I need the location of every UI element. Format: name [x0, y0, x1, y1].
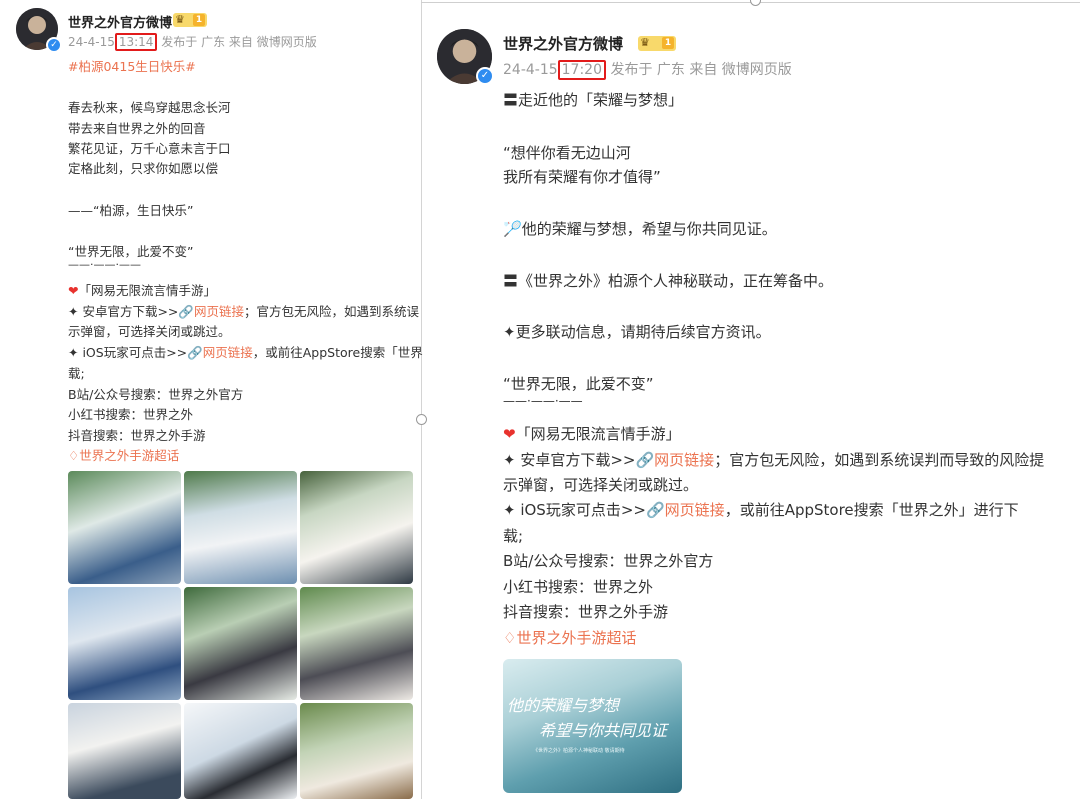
ios-prefix: ✦ iOS玩家可点击>>: [68, 345, 188, 360]
photo-thumbnail[interactable]: [184, 587, 297, 700]
diamond-icon: ♢: [68, 448, 80, 463]
poem-line: 定格此刻，只求你如愿以偿: [68, 161, 219, 176]
photo-thumbnail[interactable]: [184, 471, 297, 584]
link-icon: 🔗: [645, 501, 665, 519]
android-line: ✦ 安卓官方下载>>🔗网页链接；官方包无风险，如遇到系统误判而导致的风险提: [503, 449, 1044, 470]
android-link[interactable]: 网页链接: [194, 304, 244, 319]
photo-thumbnail[interactable]: [184, 703, 297, 799]
link-icon: 🔗: [178, 304, 194, 319]
witness-text: 他的荣耀与梦想，希望与你共同见证。: [521, 220, 777, 238]
vip-badge: ♛ 1: [173, 13, 207, 27]
promo-title-2: 希望与你共同见证: [539, 721, 668, 740]
android-link[interactable]: 网页链接: [654, 451, 714, 469]
quote-line: “想伴你看无边山河: [503, 144, 631, 162]
intro-line: 〓走近他的「荣耀与梦想」: [503, 91, 684, 109]
poem-line: 带去来自世界之外的回音: [68, 121, 206, 136]
post-source: 发布于 广东 来自 微博网页版: [610, 62, 792, 78]
super-topic-label: 世界之外手游超话: [516, 629, 637, 647]
xiaohongshu-line: 小红书搜索：世界之外: [68, 407, 194, 422]
link-icon: 🔗: [187, 345, 203, 360]
android-suffix: ；官方包无风险，如遇到系统误判而导致的风险提: [714, 451, 1045, 469]
ios-cont: 载;: [503, 527, 524, 545]
xiaohongshu-line: 小红书搜索：世界之外: [503, 578, 654, 596]
post-date: 24-4-15: [503, 62, 558, 78]
post-time[interactable]: 13:14: [114, 33, 158, 51]
photo-thumbnail[interactable]: [300, 587, 413, 700]
super-topic-link[interactable]: ♢世界之外手游超话: [68, 445, 179, 464]
author-name[interactable]: 世界之外官方微博: [503, 33, 623, 54]
promo-caption: 《世界之外》柏源个人神秘联动 敬请期待: [533, 748, 625, 754]
post-meta: 24-4-15 17:20 发布于 广东 来自 微博网页版: [503, 59, 792, 80]
android-prefix: ✦ 安卓官方下载>>: [68, 304, 179, 319]
ios-prefix: ✦ iOS玩家可点击>>: [503, 501, 646, 519]
super-topic-label: 世界之外手游超话: [79, 448, 180, 463]
separator: ——·——·——: [68, 258, 141, 271]
promo-image[interactable]: 他的荣耀与梦想 希望与你共同见证 《世界之外》柏源个人神秘联动 敬请期待: [503, 659, 682, 793]
crown-icon: ♛: [175, 13, 185, 26]
photo-thumbnail[interactable]: [68, 471, 181, 584]
resize-handle-top[interactable]: [750, 0, 761, 6]
post-source: 发布于 广东 来自 微博网页版: [161, 35, 317, 49]
game-title: 「网易无限流言情手游」: [78, 283, 216, 298]
verified-icon: ✓: [46, 37, 62, 53]
diamond-icon: ♢: [503, 629, 517, 647]
separator: ——·——·——: [503, 394, 583, 408]
tennis-racket-icon: 🏸: [503, 220, 522, 238]
resize-handle-left[interactable]: [416, 414, 427, 425]
author-name[interactable]: 世界之外官方微博: [68, 12, 172, 31]
heart-icon: ❤: [68, 283, 79, 298]
more-info-line: ✦更多联动信息，请期待后续官方资讯。: [503, 323, 771, 341]
post-date: 24-4-15: [68, 35, 115, 49]
pane-divider: [421, 0, 422, 799]
quote-line: 我所有荣耀有你才值得”: [503, 168, 661, 186]
poem-line: 春去秋来，候鸟穿越思念长河: [68, 100, 231, 115]
android-cont: 示弹窗，可选择关闭或跳过。: [503, 476, 699, 494]
promo-title-1: 他的荣耀与梦想: [507, 696, 620, 715]
super-topic-link[interactable]: ♢世界之外手游超话: [503, 627, 636, 648]
heart-icon: ❤: [503, 425, 516, 443]
android-line: ✦ 安卓官方下载>>🔗网页链接；官方包无风险，如遇到系统误: [68, 301, 419, 320]
ios-suffix: ，或前往AppStore搜索「世界: [252, 345, 423, 360]
photo-thumbnail[interactable]: [300, 703, 413, 799]
ios-line: ✦ iOS玩家可点击>>🔗网页链接，或前往AppStore搜索「世界: [68, 342, 423, 361]
ios-cont: 载;: [68, 366, 85, 381]
witness-line: 🏸他的荣耀与梦想，希望与你共同见证。: [503, 218, 777, 239]
collab-line: 〓《世界之外》柏源个人神秘联动，正在筹备中。: [503, 272, 834, 290]
douyin-line: 抖音搜索：世界之外手游: [68, 428, 206, 443]
android-prefix: ✦ 安卓官方下载>>: [503, 451, 636, 469]
ios-suffix: ，或前往AppStore搜索「世界之外」进行下: [724, 501, 1019, 519]
ios-link[interactable]: 网页链接: [203, 345, 253, 360]
bilibili-line: B站/公众号搜索：世界之外官方: [68, 387, 244, 402]
photo-thumbnail[interactable]: [300, 471, 413, 584]
verified-icon: ✓: [476, 67, 494, 85]
motto: “世界无限，此爱不变”: [503, 375, 654, 393]
bilibili-line: B站/公众号搜索：世界之外官方: [503, 552, 714, 570]
poem-line: 繁花见证，万千心意未言于口: [68, 141, 231, 156]
hashtag-link[interactable]: #柏源0415生日快乐#: [68, 56, 196, 75]
android-cont: 示弹窗，可选择关闭或跳过。: [68, 324, 231, 339]
post-meta: 24-4-15 13:14 发布于 广东 来自 微博网页版: [68, 33, 317, 51]
game-title-line: ❤「网易无限流言情手游」: [68, 280, 216, 299]
vip-level: 1: [193, 14, 205, 26]
post-time[interactable]: 17:20: [557, 60, 606, 80]
birthday-wish: ——“柏源，生日快乐”: [68, 203, 194, 218]
douyin-line: 抖音搜索：世界之外手游: [503, 603, 669, 621]
photo-thumbnail[interactable]: [68, 587, 181, 700]
link-icon: 🔗: [635, 451, 655, 469]
photo-thumbnail[interactable]: [68, 703, 181, 799]
ios-link[interactable]: 网页链接: [665, 501, 725, 519]
game-title: 「网易无限流言情手游」: [515, 425, 681, 443]
game-title-line: ❤「网易无限流言情手游」: [503, 423, 681, 444]
vip-level: 1: [662, 37, 674, 49]
android-suffix: ；官方包无风险，如遇到系统误: [244, 304, 420, 319]
ios-line: ✦ iOS玩家可点击>>🔗网页链接，或前往AppStore搜索「世界之外」进行下: [503, 499, 1019, 520]
crown-icon: ♛: [640, 36, 650, 49]
vip-badge: ♛ 1: [638, 36, 676, 51]
